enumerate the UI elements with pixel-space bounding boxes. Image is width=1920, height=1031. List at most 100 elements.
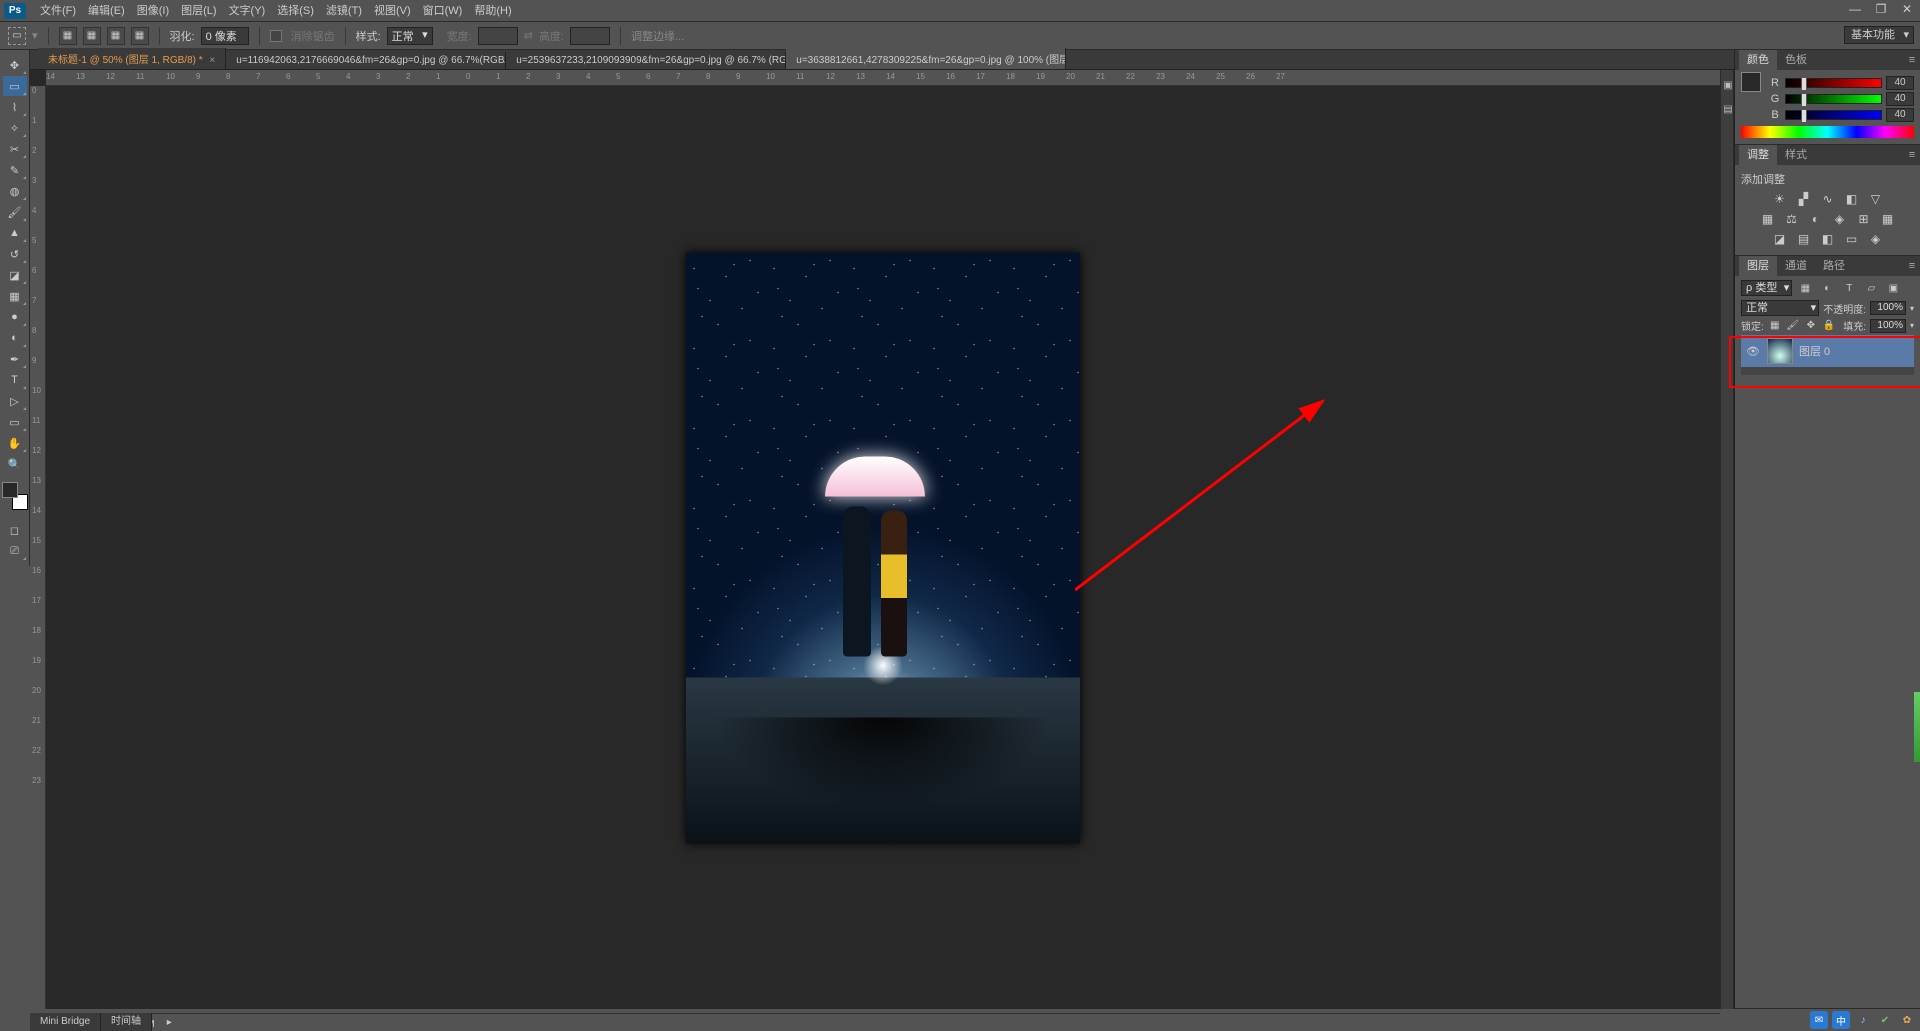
tray-music-icon[interactable]: ♪ xyxy=(1854,1011,1872,1029)
history-panel-icon[interactable]: ▣ xyxy=(1721,76,1735,94)
chan-mixer-icon[interactable]: ⊞ xyxy=(1855,211,1873,227)
exposure-icon[interactable]: ◧ xyxy=(1843,191,1861,207)
feather-input[interactable] xyxy=(201,27,249,45)
lock-pos-icon[interactable]: ✥ xyxy=(1804,319,1818,333)
panel-menu-icon[interactable]: ≡ xyxy=(1904,260,1920,272)
color-swatch-control[interactable] xyxy=(2,482,28,510)
selection-intersect-icon[interactable]: ▦ xyxy=(131,27,149,45)
screenmode-icon[interactable]: ⎚ xyxy=(3,541,27,561)
tray-message-icon[interactable]: ✉ xyxy=(1810,1011,1828,1029)
tab-layers[interactable]: 图层 xyxy=(1739,256,1777,276)
photo-filter-icon[interactable]: ◈ xyxy=(1831,211,1849,227)
canvas-viewport[interactable] xyxy=(46,86,1720,1009)
quickmask-icon[interactable]: ◻ xyxy=(3,520,27,540)
filter-adjust-icon[interactable]: ◐ xyxy=(1818,280,1836,296)
zoom-tool-icon[interactable]: 🔍 xyxy=(3,454,27,474)
menu-layer[interactable]: 图层(L) xyxy=(175,0,222,22)
slider-g[interactable] xyxy=(1785,94,1882,104)
dodge-tool-icon[interactable]: ◐ xyxy=(3,328,27,348)
lock-trans-icon[interactable]: ▦ xyxy=(1768,319,1782,333)
style-select[interactable]: 正常 ▾ xyxy=(387,27,433,45)
pen-tool-icon[interactable]: ✒ xyxy=(3,349,27,369)
visibility-toggle-icon[interactable]: 👁 xyxy=(1745,343,1761,359)
minimize-button[interactable]: — xyxy=(1842,0,1868,18)
hsl-icon[interactable]: ▦ xyxy=(1759,211,1777,227)
filter-shape-icon[interactable]: ▱ xyxy=(1862,280,1880,296)
menu-help[interactable]: 帮助(H) xyxy=(468,0,517,22)
bw-icon[interactable]: ◐ xyxy=(1807,211,1825,227)
threshold-icon[interactable]: ◧ xyxy=(1819,231,1837,247)
layer-row[interactable]: 👁 图层 0 xyxy=(1741,335,1914,367)
document-tab[interactable]: u=116942063,2176669046&fm=26&gp=0.jpg @ … xyxy=(226,52,506,69)
ruler-horizontal[interactable]: 1413121110987654321012345678910111213141… xyxy=(46,70,1720,86)
tab-paths[interactable]: 路径 xyxy=(1815,256,1853,276)
canvas[interactable] xyxy=(686,252,1080,843)
document-tab[interactable]: 未标题-1 @ 50% (图层 1, RGB/8) * xyxy=(38,48,226,69)
gradient-tool-icon[interactable]: ▦ xyxy=(3,286,27,306)
stamp-tool-icon[interactable]: ▲ xyxy=(3,223,27,243)
selection-new-icon[interactable]: ▦ xyxy=(59,27,77,45)
selection-add-icon[interactable]: ▦ xyxy=(83,27,101,45)
tray-settings-icon[interactable]: ✿ xyxy=(1898,1011,1916,1029)
tab-mini-bridge[interactable]: Mini Bridge xyxy=(30,1013,101,1031)
antialias-checkbox[interactable] xyxy=(270,30,282,42)
posterize-icon[interactable]: ▤ xyxy=(1795,231,1813,247)
eraser-tool-icon[interactable]: ◪ xyxy=(3,265,27,285)
menu-image[interactable]: 图像(I) xyxy=(131,0,175,22)
hand-tool-icon[interactable]: ✋ xyxy=(3,433,27,453)
panel-menu-icon[interactable]: ≡ xyxy=(1904,149,1920,161)
status-arrow-icon[interactable]: ▸ xyxy=(167,1017,172,1028)
menu-view[interactable]: 视图(V) xyxy=(368,0,417,22)
workspace-switcher[interactable]: 基本功能▾ xyxy=(1844,26,1914,44)
lock-all-icon[interactable]: 🔒 xyxy=(1822,319,1836,333)
marquee-tool-preset-icon[interactable]: ▭ xyxy=(8,27,26,45)
tab-timeline[interactable]: 时间轴 xyxy=(101,1013,152,1031)
layer-filter-type[interactable]: ρ 类型▾ xyxy=(1741,280,1792,296)
restore-button[interactable]: ❐ xyxy=(1868,0,1894,18)
close-button[interactable]: ✕ xyxy=(1894,0,1920,18)
lasso-tool-icon[interactable]: ⌇ xyxy=(3,97,27,117)
blend-mode-select[interactable]: 正常▾ xyxy=(1741,300,1819,316)
spectrum-bar[interactable] xyxy=(1741,126,1914,138)
gradient-map-icon[interactable]: ▭ xyxy=(1843,231,1861,247)
foreground-color-swatch[interactable] xyxy=(2,482,18,498)
lock-paint-icon[interactable]: 🖌 xyxy=(1786,319,1800,333)
lut-icon[interactable]: ▦ xyxy=(1879,211,1897,227)
opacity-input[interactable]: 100% xyxy=(1870,301,1906,315)
tab-swatches[interactable]: 色板 xyxy=(1777,50,1815,70)
filter-type-icon[interactable]: T xyxy=(1840,280,1858,296)
value-r[interactable]: 40 xyxy=(1886,76,1914,90)
vibrance-icon[interactable]: ▽ xyxy=(1867,191,1885,207)
menu-edit[interactable]: 编辑(E) xyxy=(82,0,131,22)
selection-subtract-icon[interactable]: ▦ xyxy=(107,27,125,45)
layer-thumbnail[interactable] xyxy=(1767,338,1793,364)
value-g[interactable]: 40 xyxy=(1886,92,1914,106)
value-b[interactable]: 40 xyxy=(1886,108,1914,122)
path-select-tool-icon[interactable]: ▷ xyxy=(3,391,27,411)
color-balance-icon[interactable]: ⚖ xyxy=(1783,211,1801,227)
tab-color[interactable]: 颜色 xyxy=(1739,50,1777,70)
brush-tool-icon[interactable]: 🖌 xyxy=(3,202,27,222)
filter-smart-icon[interactable]: ▣ xyxy=(1884,280,1902,296)
swap-wh-icon[interactable]: ⇄ xyxy=(524,29,533,42)
filter-pixel-icon[interactable]: ▦ xyxy=(1796,280,1814,296)
document-tab[interactable]: u=3638812661,4278309225&fm=26&gp=0.jpg @… xyxy=(786,48,1066,69)
eyedropper-tool-icon[interactable]: ✎ xyxy=(3,160,27,180)
selective-color-icon[interactable]: ◈ xyxy=(1867,231,1885,247)
brightness-icon[interactable]: ☀ xyxy=(1771,191,1789,207)
document-tab[interactable]: u=2539637233,2109093909&fm=26&gp=0.jpg @… xyxy=(506,52,786,69)
menu-file[interactable]: 文件(F) xyxy=(34,0,82,22)
ruler-vertical[interactable]: 01234567891011121314151617181920212223 xyxy=(30,86,46,1009)
slider-b[interactable] xyxy=(1785,110,1882,120)
shape-tool-icon[interactable]: ▭ xyxy=(3,412,27,432)
menu-filter[interactable]: 滤镜(T) xyxy=(320,0,368,22)
tab-channels[interactable]: 通道 xyxy=(1777,256,1815,276)
refine-edge-button[interactable]: 调整边缘... xyxy=(631,28,684,44)
curves-icon[interactable]: ∿ xyxy=(1819,191,1837,207)
menu-select[interactable]: 选择(S) xyxy=(271,0,320,22)
marquee-tool-icon[interactable]: ▭ xyxy=(3,76,27,96)
blur-tool-icon[interactable]: ● xyxy=(3,307,27,327)
tray-security-icon[interactable]: ✔ xyxy=(1876,1011,1894,1029)
actions-panel-icon[interactable]: ▤ xyxy=(1721,100,1735,118)
tab-adjustments[interactable]: 调整 xyxy=(1739,145,1777,165)
